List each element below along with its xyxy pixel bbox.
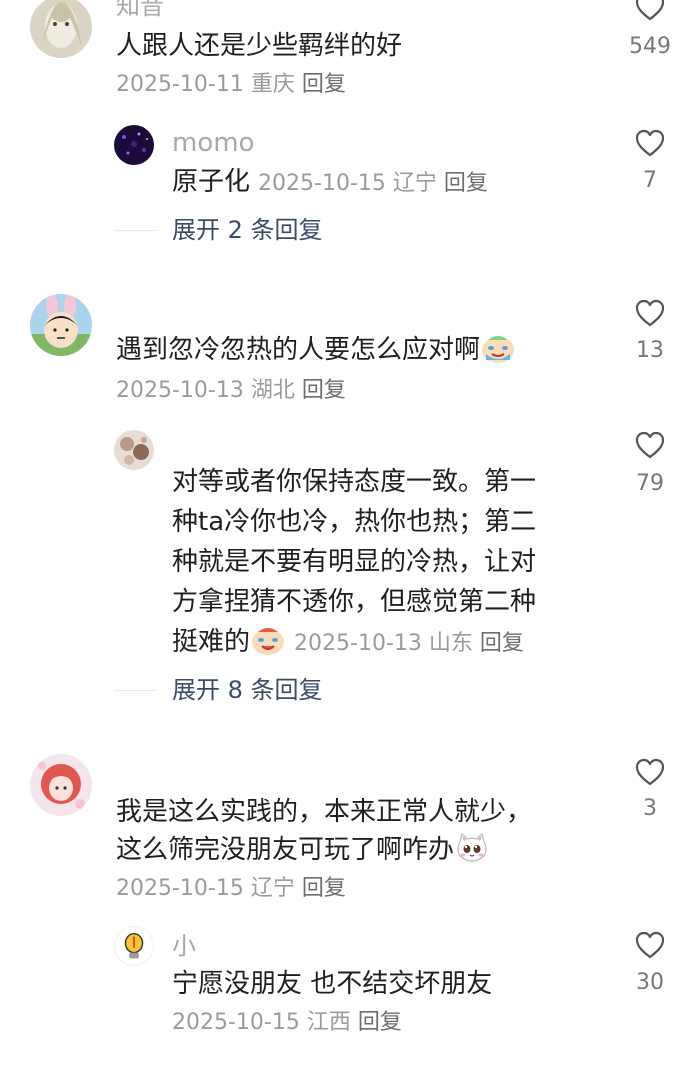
comment-text: 人跟人还是少些羁绊的好 xyxy=(116,31,403,61)
avatar[interactable] xyxy=(30,294,92,356)
reply-meta: 2025-10-15 江西 回复 xyxy=(172,1012,402,1034)
expand-replies-button[interactable]: 展开 8 条回复 xyxy=(172,678,323,702)
reply-text-line: 挺难的 xyxy=(172,627,251,657)
reply-button[interactable]: 回复 xyxy=(302,378,346,403)
avatar[interactable] xyxy=(30,754,92,816)
reply-text-row: 挺难的 2025-10-13 山东 回复 xyxy=(172,622,524,664)
reply-date: 2025-10-13 xyxy=(294,631,422,656)
avatar[interactable] xyxy=(114,430,154,470)
reply-location: 山东 xyxy=(428,631,473,656)
reply-button[interactable]: 回复 xyxy=(358,1010,402,1035)
heart-outline-icon[interactable] xyxy=(634,930,666,960)
like-count: 3 xyxy=(643,796,657,821)
comment-location: 湖北 xyxy=(250,378,295,403)
reply-button[interactable]: 回复 xyxy=(302,876,346,901)
comment-text-row: 这么筛完没朋友可玩了啊咋办 xyxy=(116,830,490,870)
heart-outline-icon[interactable] xyxy=(634,298,666,328)
comment-date: 2025-10-13 xyxy=(116,378,244,403)
comment-meta: 2025-10-13 湖北 回复 xyxy=(116,380,346,402)
reply-meta: 2025-10-15 辽宁 回复 xyxy=(258,171,488,196)
reply-text: 宁愿没朋友 也不结交坏朋友 xyxy=(172,969,493,999)
reply-date: 2025-10-15 xyxy=(258,171,386,196)
reply-text-line: 方拿捏猜不透你，但感觉第二种 xyxy=(172,587,537,617)
reply-text-line: 种ta冷你也冷，热你也热；第二 xyxy=(172,507,537,537)
comment-location: 重庆 xyxy=(250,72,295,97)
like-count: 30 xyxy=(636,970,664,995)
reply-location: 辽宁 xyxy=(392,171,437,196)
comment-meta: 2025-10-15 辽宁 回复 xyxy=(116,878,346,900)
heart-outline-icon[interactable] xyxy=(634,430,666,460)
expand-divider xyxy=(114,690,156,691)
reply-date: 2025-10-15 xyxy=(172,1010,300,1035)
avatar[interactable] xyxy=(114,125,154,165)
expand-replies-button[interactable]: 展开 2 条回复 xyxy=(172,218,323,242)
like-count: 7 xyxy=(643,168,657,193)
comment-meta: 2025-10-11 重庆 回复 xyxy=(116,74,346,96)
comment-text-line: 我是这么实践的，本来正常人就少， xyxy=(116,797,533,827)
heart-outline-icon[interactable] xyxy=(634,757,666,787)
comment-date: 2025-10-11 xyxy=(116,72,244,97)
expand-divider xyxy=(114,230,156,231)
reply-text: 原子化 xyxy=(172,167,251,197)
heart-outline-icon[interactable] xyxy=(634,128,666,158)
avatar[interactable] xyxy=(30,0,92,58)
comment-text-row: 遇到忽冷忽热的人要怎么应对啊 xyxy=(116,330,516,370)
reply-button[interactable]: 回复 xyxy=(444,171,488,196)
reply-meta: 2025-10-13 山东 回复 xyxy=(294,631,524,656)
reply-author[interactable]: 小 xyxy=(172,934,196,958)
comment-location: 辽宁 xyxy=(250,876,295,901)
heart-outline-icon[interactable] xyxy=(634,0,666,22)
like-count: 549 xyxy=(629,34,671,59)
comment-text-line: 这么筛完没朋友可玩了啊咋办 xyxy=(116,835,455,865)
cat-tear-emoji xyxy=(454,832,490,864)
like-count: 13 xyxy=(636,338,664,363)
like-count: 79 xyxy=(636,471,664,496)
reply-author[interactable]: momo xyxy=(172,130,254,156)
comment-date: 2025-10-15 xyxy=(116,876,244,901)
reply-text-line: 对等或者你保持态度一致。第一 xyxy=(172,467,537,497)
avatar[interactable] xyxy=(114,926,154,966)
comment-author[interactable]: 知音 xyxy=(116,0,164,18)
reply-text-line: 种就是不要有明显的冷热，让对 xyxy=(172,547,537,577)
reply-button[interactable]: 回复 xyxy=(480,631,524,656)
crying-face-emoji xyxy=(250,624,286,656)
comment-text: 遇到忽冷忽热的人要怎么应对啊 xyxy=(116,335,481,365)
crying-face-emoji xyxy=(480,332,516,364)
reply-text-row: 原子化 2025-10-15 辽宁 回复 xyxy=(172,162,488,204)
reply-location: 江西 xyxy=(306,1010,351,1035)
reply-button[interactable]: 回复 xyxy=(302,72,346,97)
